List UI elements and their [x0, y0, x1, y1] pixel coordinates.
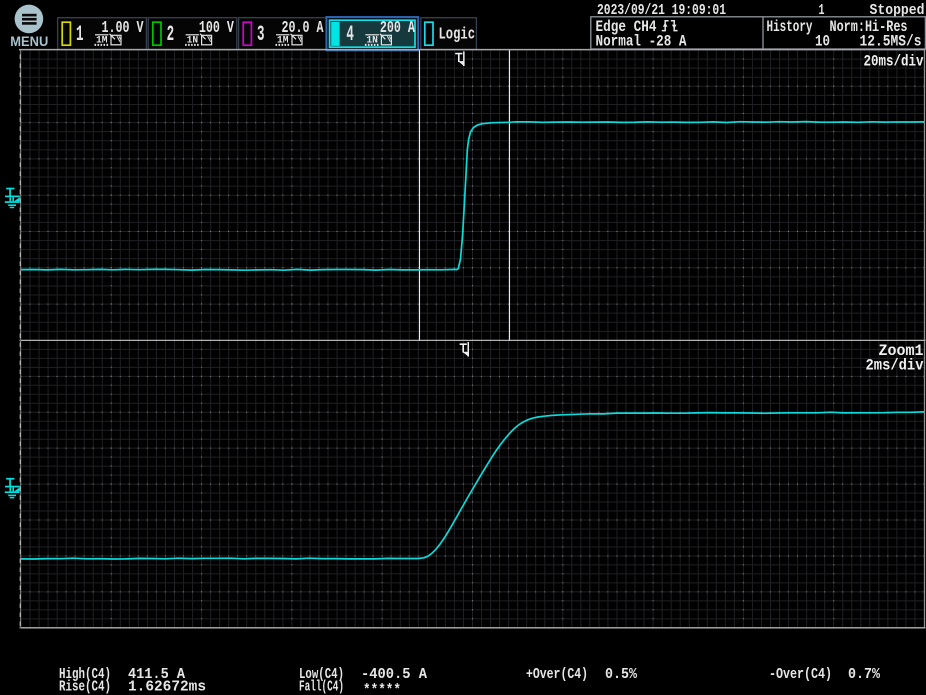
svg-text:-400.5 A: -400.5 A — [361, 666, 427, 683]
svg-text:Logic: Logic — [439, 26, 476, 45]
svg-text:*****: ***** — [363, 682, 401, 695]
svg-text:12.5MS/s: 12.5MS/s — [860, 33, 922, 51]
svg-text:0.7%: 0.7% — [848, 666, 881, 683]
svg-text:1: 1 — [76, 22, 84, 47]
svg-text:2ms/div: 2ms/div — [866, 357, 924, 375]
svg-text:-Over(C4): -Over(C4) — [769, 666, 832, 683]
svg-text:Fall(C4): Fall(C4) — [299, 679, 344, 695]
svg-text:Rise(C4): Rise(C4) — [59, 679, 111, 695]
svg-text:+Over(C4): +Over(C4) — [526, 666, 588, 683]
svg-text:0.5%: 0.5% — [605, 666, 638, 683]
svg-text:2: 2 — [167, 22, 175, 47]
svg-text:100 V: 100 V — [199, 18, 234, 37]
svg-text:History: History — [767, 18, 813, 36]
svg-text:20ms/div: 20ms/div — [864, 52, 924, 70]
svg-text:Normal -28 A: Normal -28 A — [596, 33, 687, 51]
svg-text:3: 3 — [257, 22, 265, 47]
svg-text:4: 4 — [346, 22, 354, 47]
svg-text:MENU: MENU — [10, 34, 48, 49]
svg-text:1.62672ms: 1.62672ms — [128, 679, 206, 695]
svg-text:200 A: 200 A — [380, 18, 415, 37]
svg-text:10: 10 — [815, 33, 830, 51]
